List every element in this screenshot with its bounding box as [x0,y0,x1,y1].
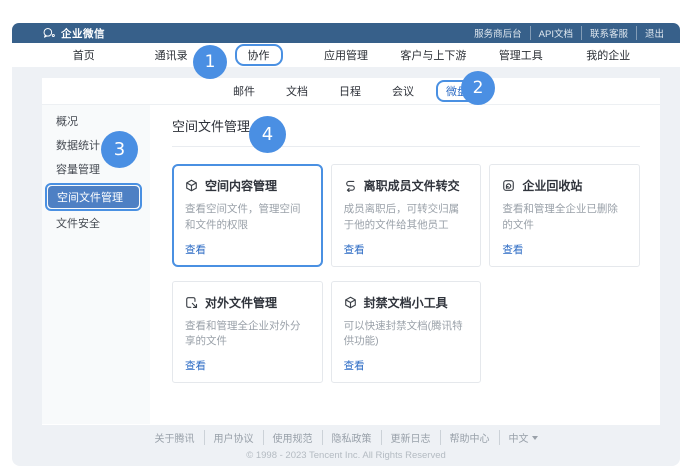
nav-item-home[interactable]: 首页 [40,47,127,63]
transfer-arrows-icon [344,179,357,192]
header-link-support[interactable]: 联系客服 [581,26,628,40]
tab-mail[interactable]: 邮件 [224,81,264,101]
card-title: 离职成员文件转交 [364,177,460,194]
brand-label: 企业微信 [61,26,105,41]
card-title: 对外文件管理 [205,294,277,311]
step-2-badge: 2 [461,71,495,105]
collaboration-tabs: 邮件 文档 日程 会议 微盘 [42,78,660,105]
tab-calendar[interactable]: 日程 [330,81,370,101]
content-background: 邮件 文档 日程 会议 微盘 概况 数据统计 容量管理 空间文件管理 文件安全 [12,67,680,466]
footer-link-help-center[interactable]: 帮助中心 [440,430,490,445]
sidebar-item-overview[interactable]: 概况 [42,110,150,134]
footer-link-privacy[interactable]: 隐私政策 [322,430,372,445]
card-title: 封禁文档小工具 [364,294,448,311]
copyright-text: © 1998 - 2023 Tencent Inc. All Rights Re… [12,450,680,461]
nav-item-admin-tools[interactable]: 管理工具 [477,47,564,63]
nav-item-app-management[interactable]: 应用管理 [302,47,389,63]
card-title: 企业回收站 [522,177,582,194]
sidebar-item-file-security[interactable]: 文件安全 [42,212,150,236]
main-panel: 邮件 文档 日程 会议 微盘 概况 数据统计 容量管理 空间文件管理 文件安全 [42,78,660,425]
recycle-bin-icon [502,179,515,192]
sidebar-selected-highlight: 空间文件管理 [45,183,142,211]
card-description: 查看和管理全企业已删除的文件 [502,202,627,234]
view-link[interactable]: 查看 [344,234,469,257]
sidebar-item-space-files[interactable]: 空间文件管理 [48,186,139,208]
footer-links: 关于腾讯 用户协议 使用规范 隐私政策 更新日志 帮助中心 中文 [155,430,538,445]
top-header-bar: 企业微信 服务商后台 API文档 联系客服 退出 [12,23,680,43]
content-area: 空间文件管理 [150,105,660,424]
language-label: 中文 [509,430,529,445]
card-description: 查看和管理全企业对外分享的文件 [185,319,310,351]
primary-nav: 首页 通讯录 协作 应用管理 客户与上下游 管理工具 我的企业 [12,43,680,67]
card-external-file-management: 对外文件管理 查看和管理全企业对外分享的文件 查看 [172,281,323,384]
screenshot-root: 企业微信 服务商后台 API文档 联系客服 退出 首页 通讯录 协作 应用管理 … [0,0,692,474]
admin-console-window: 企业微信 服务商后台 API文档 联系客服 退出 首页 通讯录 协作 应用管理 … [12,23,680,466]
step-3-badge: 3 [101,131,138,168]
tab-docs[interactable]: 文档 [277,81,317,101]
header-links: 服务商后台 API文档 联系客服 退出 [474,26,664,40]
view-link[interactable]: 查看 [344,350,469,373]
footer-link-changelog[interactable]: 更新日志 [381,430,431,445]
cube-icon [344,296,357,309]
title-divider [172,146,640,147]
header-link-provider[interactable]: 服务商后台 [474,26,522,40]
step-1-badge: 1 [193,45,227,79]
footer-link-usage-rules[interactable]: 使用规范 [263,430,313,445]
card-ban-document-tool: 封禁文档小工具 可以快速封禁文档(腾讯特供功能) 查看 [331,281,482,384]
page-title: 空间文件管理 [172,116,640,135]
nav-active-highlight: 协作 [235,44,283,66]
wecom-logo[interactable]: 企业微信 [42,26,105,41]
file-share-icon [185,296,198,309]
chat-bubble-icon [42,27,57,39]
page-footer: 关于腾讯 用户协议 使用规范 隐私政策 更新日志 帮助中心 中文 © 1998 … [12,429,680,461]
step-4-badge: 4 [249,116,286,153]
view-link[interactable]: 查看 [185,234,310,257]
nav-item-collaboration[interactable]: 协作 [215,44,302,66]
view-link[interactable]: 查看 [502,234,627,257]
card-space-content-management: 空间内容管理 查看空间文件，管理空间和文件的权限 查看 [172,164,323,267]
card-description: 成员离职后，可转交归属于他的文件给其他员工 [344,202,469,234]
header-link-logout[interactable]: 退出 [636,26,664,40]
footer-link-about[interactable]: 关于腾讯 [155,430,195,445]
nav-item-customers[interactable]: 客户与上下游 [390,47,477,63]
card-description: 可以快速封禁文档(腾讯特供功能) [344,319,469,351]
tab-meeting[interactable]: 会议 [383,81,423,101]
card-enterprise-recycle-bin: 企业回收站 查看和管理全企业已删除的文件 查看 [489,164,640,267]
card-departed-member-transfer: 离职成员文件转交 成员离职后，可转交归属于他的文件给其他员工 查看 [331,164,482,267]
header-link-api-docs[interactable]: API文档 [530,26,573,40]
feature-cards: 空间内容管理 查看空间文件，管理空间和文件的权限 查看 [172,164,640,383]
card-title: 空间内容管理 [205,177,277,194]
view-link[interactable]: 查看 [185,350,310,373]
sidebar-item-capacity[interactable]: 容量管理 [42,158,150,182]
cube-icon [185,179,198,192]
card-description: 查看空间文件，管理空间和文件的权限 [185,202,310,234]
footer-link-user-agreement[interactable]: 用户协议 [204,430,254,445]
caret-down-icon [532,436,538,440]
nav-item-my-company[interactable]: 我的企业 [565,47,652,63]
language-selector[interactable]: 中文 [499,430,538,445]
